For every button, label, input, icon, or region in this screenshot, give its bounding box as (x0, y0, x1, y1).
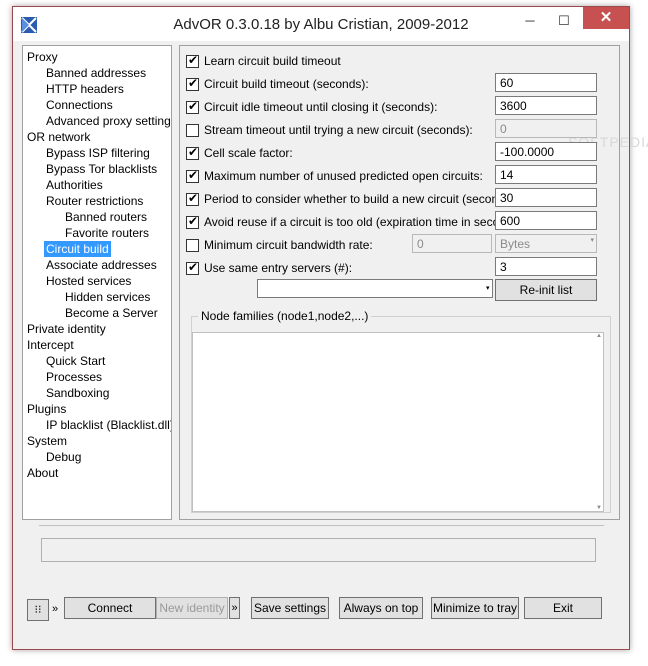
tree-item[interactable]: Banned routers (63, 209, 149, 225)
checkmark-icon: ✔ (188, 76, 199, 90)
toolbar-grid-button[interactable]: ⁝⁝ (27, 599, 49, 621)
separator (39, 525, 604, 526)
entry-list-combo[interactable]: ▾ (257, 279, 493, 298)
tree-item[interactable]: Connections (44, 97, 115, 113)
tree-item[interactable]: Intercept (25, 337, 76, 353)
close-icon: ✕ (599, 9, 613, 26)
tree-item[interactable]: Quick Start (44, 353, 107, 369)
connect-button[interactable]: Connect (64, 597, 156, 619)
tree-item[interactable]: Circuit build (44, 241, 111, 257)
tree-item[interactable]: About (25, 465, 60, 481)
stream-timeout-checkbox[interactable] (186, 124, 199, 137)
tree-item[interactable]: Bypass Tor blacklists (44, 161, 159, 177)
entry-servers-label: Use same entry servers (#): (204, 261, 353, 275)
checkmark-icon: ✔ (188, 168, 199, 182)
tree-item[interactable]: Favorite routers (63, 225, 151, 241)
close-button[interactable]: ✕ (583, 7, 629, 29)
chevron-down-icon: ▾ (590, 237, 594, 244)
min-bandwidth-checkbox[interactable] (186, 239, 199, 252)
idle-timeout-input[interactable]: 3600 (495, 96, 597, 115)
avoid-reuse-input[interactable]: 600 (495, 211, 597, 230)
node-families-textarea[interactable]: ▲ ▼ (192, 332, 604, 512)
textarea-scrollbar[interactable]: ▲ ▼ (595, 333, 603, 511)
period-label: Period to consider whether to build a ne… (204, 192, 515, 206)
tree-item[interactable]: Private identity (25, 321, 108, 337)
max-unused-label: Maximum number of unused predicted open … (204, 169, 483, 183)
learn-timeout-label: Learn circuit build timeout (204, 54, 341, 68)
tree-item[interactable]: Hidden services (63, 289, 152, 305)
tree-item[interactable]: System (25, 433, 69, 449)
scale-factor-checkbox[interactable]: ✔ (186, 145, 199, 160)
tree-item[interactable]: Plugins (25, 401, 68, 417)
save-settings-button[interactable]: Save settings (251, 597, 329, 619)
tree-item[interactable]: Hosted services (44, 273, 133, 289)
more-icon: » (231, 602, 238, 614)
tree-item[interactable]: Processes (44, 369, 104, 385)
minimize-icon[interactable]: ─ (517, 12, 543, 30)
grid-icon: ⁝⁝ (34, 604, 42, 616)
always-on-top-button[interactable]: Always on top (339, 597, 423, 619)
tree-item[interactable]: Become a Server (63, 305, 160, 321)
circuit-build-panel: SOFTPEDIA ✔ Learn circuit build timeout … (179, 45, 648, 520)
settings-tree[interactable]: Proxy Banned addresses HTTP headers Connect… (22, 45, 172, 520)
bandwidth-unit-value: Bytes (500, 237, 531, 251)
scale-factor-input[interactable]: -100.0000 (495, 142, 597, 161)
checkmark-icon: ✔ (188, 260, 199, 274)
avoid-reuse-label: Avoid reuse if a circuit is too old (exp… (204, 215, 519, 229)
checkmark-icon: ✔ (188, 99, 199, 113)
status-bar (41, 538, 596, 562)
min-bandwidth-label: Minimum circuit bandwidth rate: (204, 238, 373, 252)
new-identity-more-button[interactable]: » (229, 597, 240, 619)
min-bandwidth-input[interactable]: 0 (412, 234, 492, 253)
period-checkbox[interactable]: ✔ (186, 191, 199, 206)
tree-item[interactable]: Banned addresses (44, 65, 148, 81)
checkmark-icon: ✔ (188, 145, 199, 159)
tree-item[interactable]: Debug (44, 449, 83, 465)
idle-timeout-checkbox[interactable]: ✔ (186, 99, 199, 114)
new-identity-button[interactable]: New identity (156, 597, 228, 619)
exit-button[interactable]: Exit (524, 597, 602, 619)
tree-item[interactable]: IP blacklist (Blacklist.dll) (44, 417, 171, 433)
checkmark-icon: ✔ (188, 214, 199, 228)
build-timeout-label: Circuit build timeout (seconds): (204, 77, 369, 91)
maximize-icon[interactable]: ☐ (551, 12, 577, 30)
minimize-to-tray-button[interactable]: Minimize to tray (431, 597, 519, 619)
entry-servers-checkbox[interactable]: ✔ (186, 260, 199, 275)
tree-item[interactable]: HTTP headers (44, 81, 126, 97)
bandwidth-unit-select[interactable]: Bytes ▾ (495, 234, 597, 253)
idle-timeout-label: Circuit idle timeout until closing it (s… (204, 100, 438, 114)
chevron-down-icon: ▾ (486, 285, 490, 292)
scale-factor-label: Cell scale factor: (204, 146, 293, 160)
tree-item[interactable]: Associate addresses (44, 257, 159, 273)
tree-item[interactable]: Sandboxing (44, 385, 111, 401)
stream-timeout-label: Stream timeout until trying a new circui… (204, 123, 473, 137)
learn-timeout-checkbox[interactable]: ✔ (186, 53, 199, 68)
build-timeout-input[interactable]: 60 (495, 73, 597, 92)
tree-item[interactable]: OR network (25, 129, 92, 145)
node-families-group: Node families (node1,node2,...) ▲ ▼ (191, 309, 611, 513)
tree-item[interactable]: Router restrictions (44, 193, 145, 209)
more-icon[interactable]: » (52, 603, 58, 615)
entry-servers-input[interactable]: 3 (495, 257, 597, 276)
scroll-down-icon[interactable]: ▼ (595, 505, 603, 511)
build-timeout-checkbox[interactable]: ✔ (186, 76, 199, 91)
max-unused-checkbox[interactable]: ✔ (186, 168, 199, 183)
title-bar[interactable]: AdvOR 0.3.0.18 by Albu Cristian, 2009-20… (13, 7, 629, 41)
max-unused-input[interactable]: 14 (495, 165, 597, 184)
tree-item[interactable]: Authorities (44, 177, 105, 193)
app-window: AdvOR 0.3.0.18 by Albu Cristian, 2009-20… (12, 6, 648, 650)
stream-timeout-input[interactable]: 0 (495, 119, 597, 138)
checkmark-icon: ✔ (188, 191, 199, 205)
scroll-up-icon[interactable]: ▲ (595, 333, 603, 339)
tree-item[interactable]: Proxy (25, 49, 60, 65)
tree-item[interactable]: Bypass ISP filtering (44, 145, 152, 161)
avoid-reuse-checkbox[interactable]: ✔ (186, 214, 199, 229)
checkmark-icon: ✔ (188, 53, 199, 67)
node-families-legend: Node families (node1,node2,...) (198, 309, 372, 323)
tree-item[interactable]: Advanced proxy settings (44, 113, 171, 129)
period-input[interactable]: 30 (495, 188, 597, 207)
reinit-list-button[interactable]: Re-init list (495, 279, 597, 301)
